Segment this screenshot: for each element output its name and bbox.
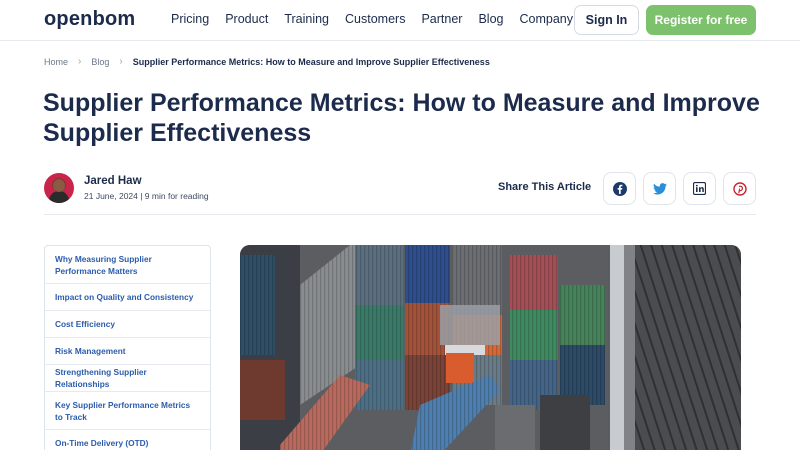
toc-item[interactable]: Impact on Quality and Consistency <box>45 284 210 311</box>
article-meta: 21 June, 2024 | 9 min for reading <box>84 191 209 201</box>
chevron-right-icon: › <box>119 56 123 67</box>
nav-customers[interactable]: Customers <box>345 12 405 26</box>
toc-item[interactable]: Key Supplier Performance Metrics to Trac… <box>45 392 210 430</box>
share-linkedin-button[interactable] <box>683 172 716 205</box>
nav-training[interactable]: Training <box>284 12 329 26</box>
breadcrumb-home[interactable]: Home <box>44 57 68 67</box>
toc-item[interactable]: Why Measuring Supplier Performance Matte… <box>45 246 210 284</box>
shipping-containers-image <box>240 245 741 450</box>
nav-pricing[interactable]: Pricing <box>171 12 209 26</box>
sign-in-button[interactable]: Sign In <box>574 5 639 35</box>
nav-blog[interactable]: Blog <box>478 12 503 26</box>
avatar <box>44 173 74 203</box>
breadcrumb: Home › Blog › Supplier Performance Metri… <box>44 56 490 67</box>
pinterest-icon <box>732 181 747 196</box>
toc-item[interactable]: On-Time Delivery (OTD) <box>45 430 210 450</box>
breadcrumb-current: Supplier Performance Metrics: How to Mea… <box>132 56 490 67</box>
chevron-right-icon: › <box>78 56 82 67</box>
site-header: openbom Pricing Product Training Custome… <box>0 0 800 41</box>
nav-partner[interactable]: Partner <box>421 12 462 26</box>
toc-item[interactable]: Strengthening Supplier Relationships <box>45 365 210 392</box>
share-facebook-button[interactable] <box>603 172 636 205</box>
nav-company[interactable]: Company <box>519 12 573 26</box>
table-of-contents: Why Measuring Supplier Performance Matte… <box>44 245 211 450</box>
main-nav: Pricing Product Training Customers Partn… <box>171 12 589 26</box>
author-name[interactable]: Jared Haw <box>84 175 142 187</box>
toc-item[interactable]: Risk Management <box>45 338 210 365</box>
share-pinterest-button[interactable] <box>723 172 756 205</box>
article-hero-image <box>240 245 741 450</box>
linkedin-icon <box>693 182 706 195</box>
nav-product[interactable]: Product <box>225 12 268 26</box>
share-label: Share This Article <box>498 181 592 193</box>
facebook-icon <box>612 181 627 196</box>
share-twitter-button[interactable] <box>643 172 676 205</box>
register-button[interactable]: Register for free <box>646 5 756 35</box>
page-title: Supplier Performance Metrics: How to Mea… <box>43 89 760 147</box>
twitter-icon <box>652 182 667 195</box>
toc-item[interactable]: Cost Efficiency <box>45 311 210 338</box>
breadcrumb-blog[interactable]: Blog <box>91 57 109 67</box>
header-divider <box>44 214 756 215</box>
openbom-logo[interactable]: openbom <box>44 8 135 31</box>
